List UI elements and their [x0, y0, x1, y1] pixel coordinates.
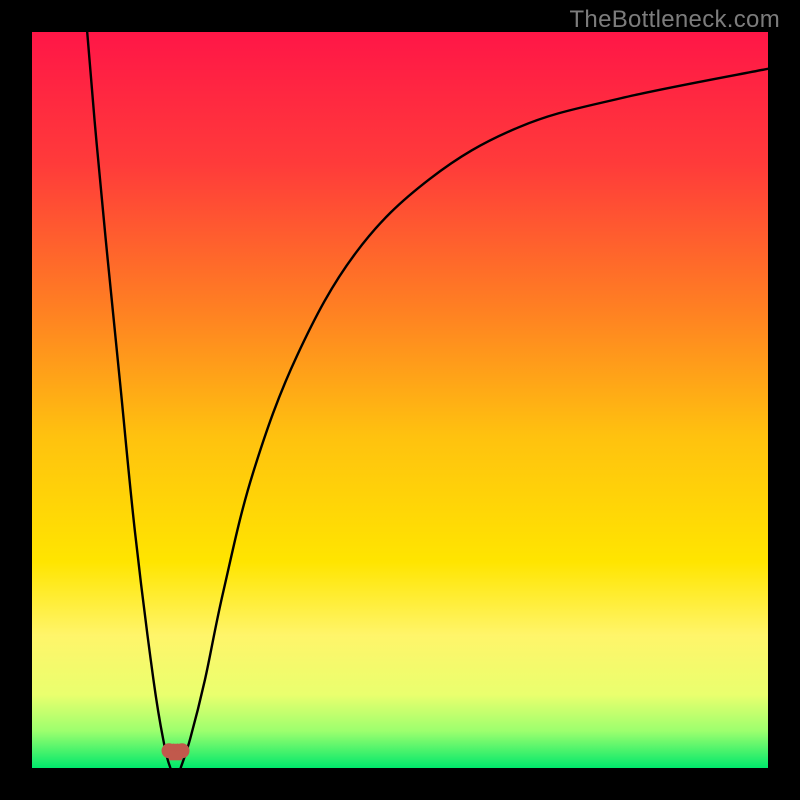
curve-right-branch [181, 69, 768, 768]
chart-frame: TheBottleneck.com [0, 0, 800, 800]
plot-area [32, 32, 768, 768]
curve-left-branch [87, 32, 170, 768]
watermark-text: TheBottleneck.com [569, 6, 780, 34]
curve-layer [32, 32, 768, 768]
